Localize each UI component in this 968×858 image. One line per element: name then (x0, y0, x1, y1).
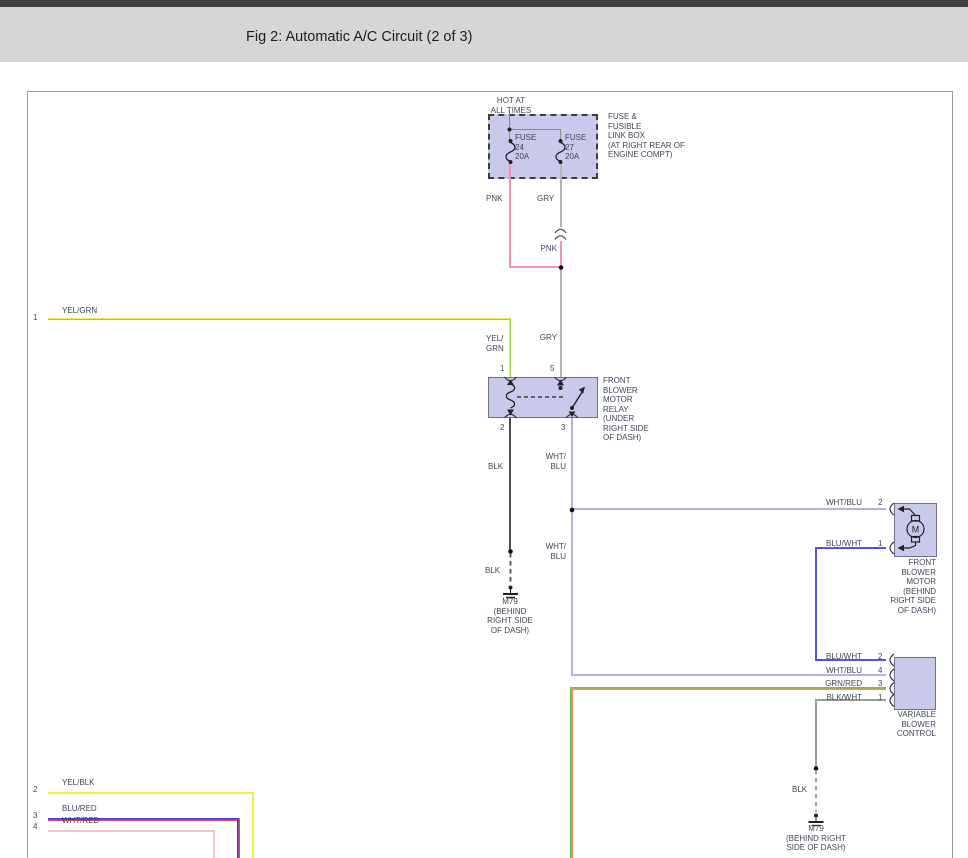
wire-blkwht-vertical (815, 699, 817, 769)
relay-box (488, 377, 598, 418)
wire-label-blk-3: BLK (792, 785, 807, 795)
wire-yelblk-vertical (252, 792, 254, 858)
vbc-pin-3: 3 (878, 679, 882, 689)
title-bar (0, 7, 968, 62)
wire-yelgrn-horizontal (48, 318, 510, 320)
wire-label-grnred-vbc: GRN/RED (798, 679, 862, 689)
wire-whtblu-to-motor (571, 508, 886, 510)
ground-m79-label: M79 (BEHIND RIGHT SIDE OF DASH) (468, 597, 552, 635)
motor-pin-1: 1 (878, 539, 882, 549)
window-top-bar (0, 0, 968, 7)
wire-label-bluwht-motor: BLU/WHT (798, 539, 862, 549)
vbc-pin-4: 4 (878, 666, 882, 676)
wire-blk-vertical (509, 418, 511, 552)
wiring-diagram-viewer: Fig 2: Automatic A/C Circuit (2 of 3) (0, 0, 968, 858)
circuit-4-label: WHT/RED (62, 816, 99, 826)
circuit-2-number: 2 (33, 785, 37, 795)
wire-whtred-horizontal (48, 830, 215, 832)
wire-label-blk-2: BLK (485, 566, 500, 576)
wire-feed-bridge (509, 129, 561, 130)
wire-feed-drop-right (560, 129, 561, 141)
wire-label-whtblu-2: WHT/ BLU (538, 542, 566, 561)
wire-pnk-vertical (509, 162, 511, 268)
wire-label-blk-1: BLK (488, 462, 503, 472)
vbc-pin-2: 2 (878, 652, 882, 662)
wire-gry-upper (560, 162, 562, 227)
wire-label-yelgrn-relay: YEL/ GRN (486, 334, 504, 353)
circuit-4-number: 4 (33, 822, 37, 832)
figure-title: Fig 2: Automatic A/C Circuit (2 of 3) (246, 29, 472, 45)
wire-whtblu-vertical (571, 418, 573, 676)
variable-blower-control-box (894, 657, 936, 710)
relay-pin-3: 3 (561, 423, 565, 433)
hot-at-all-times-label: HOT AT ALL TIMES (482, 96, 540, 115)
wire-label-whtblu-1: WHT/ BLU (538, 452, 566, 471)
vbc-name: VARIABLE BLOWER CONTROL (868, 710, 936, 739)
wire-label-gry-relay: GRY (535, 333, 557, 343)
fuse-24-label: FUSE 24 20A (515, 133, 536, 162)
circuit-3-number: 3 (33, 811, 37, 821)
wire-label-pnk-top: PNK (486, 194, 502, 204)
circuit-1-label: YEL/GRN (62, 306, 97, 316)
fuse-box-name: FUSE & FUSIBLE LINK BOX (AT RIGHT REAR O… (608, 112, 685, 160)
circuit-1-number: 1 (33, 313, 37, 323)
ground-m79-2-label: M79 (BEHIND RIGHT SIDE OF DASH) (770, 824, 862, 853)
motor-pin-2: 2 (878, 498, 882, 508)
fuse-27-label: FUSE 27 20A (565, 133, 586, 162)
wire-pnk-horizontal (509, 266, 562, 268)
circuit-3-label: BLU/RED (62, 804, 97, 814)
vbc-pin-1: 1 (878, 693, 882, 703)
wire-label-whtblu-motor: WHT/BLU (798, 498, 862, 508)
wire-bluwht-vertical (815, 547, 817, 661)
wire-label-bluwht-vbc: BLU/WHT (798, 652, 862, 662)
relay-pin-2: 2 (500, 423, 504, 433)
wire-gry-to-relay (560, 269, 562, 377)
relay-name: FRONT BLOWER MOTOR RELAY (UNDER RIGHT SI… (603, 376, 649, 443)
wire-yelgrn-vertical (509, 318, 511, 377)
wire-yelblk-horizontal (48, 792, 254, 794)
relay-pin-1: 1 (500, 364, 504, 374)
circuit-2-label: YEL/BLK (62, 778, 94, 788)
wire-label-gry-top: GRY (537, 194, 554, 204)
wire-label-blkwht-vbc: BLK/WHT (798, 693, 862, 703)
motor-name: FRONT BLOWER MOTOR (BEHIND RIGHT SIDE OF… (870, 558, 936, 615)
relay-pin-5: 5 (550, 364, 554, 374)
wire-pnk-below-connector (560, 241, 562, 267)
wire-label-pnk-mid: PNK (533, 244, 557, 254)
blower-motor-box (894, 503, 937, 557)
wire-whtred-vertical (213, 830, 215, 858)
wire-grnred-vertical (570, 687, 573, 858)
wire-label-whtblu-vbc: WHT/BLU (798, 666, 862, 676)
wire-blured-vertical (237, 818, 240, 858)
